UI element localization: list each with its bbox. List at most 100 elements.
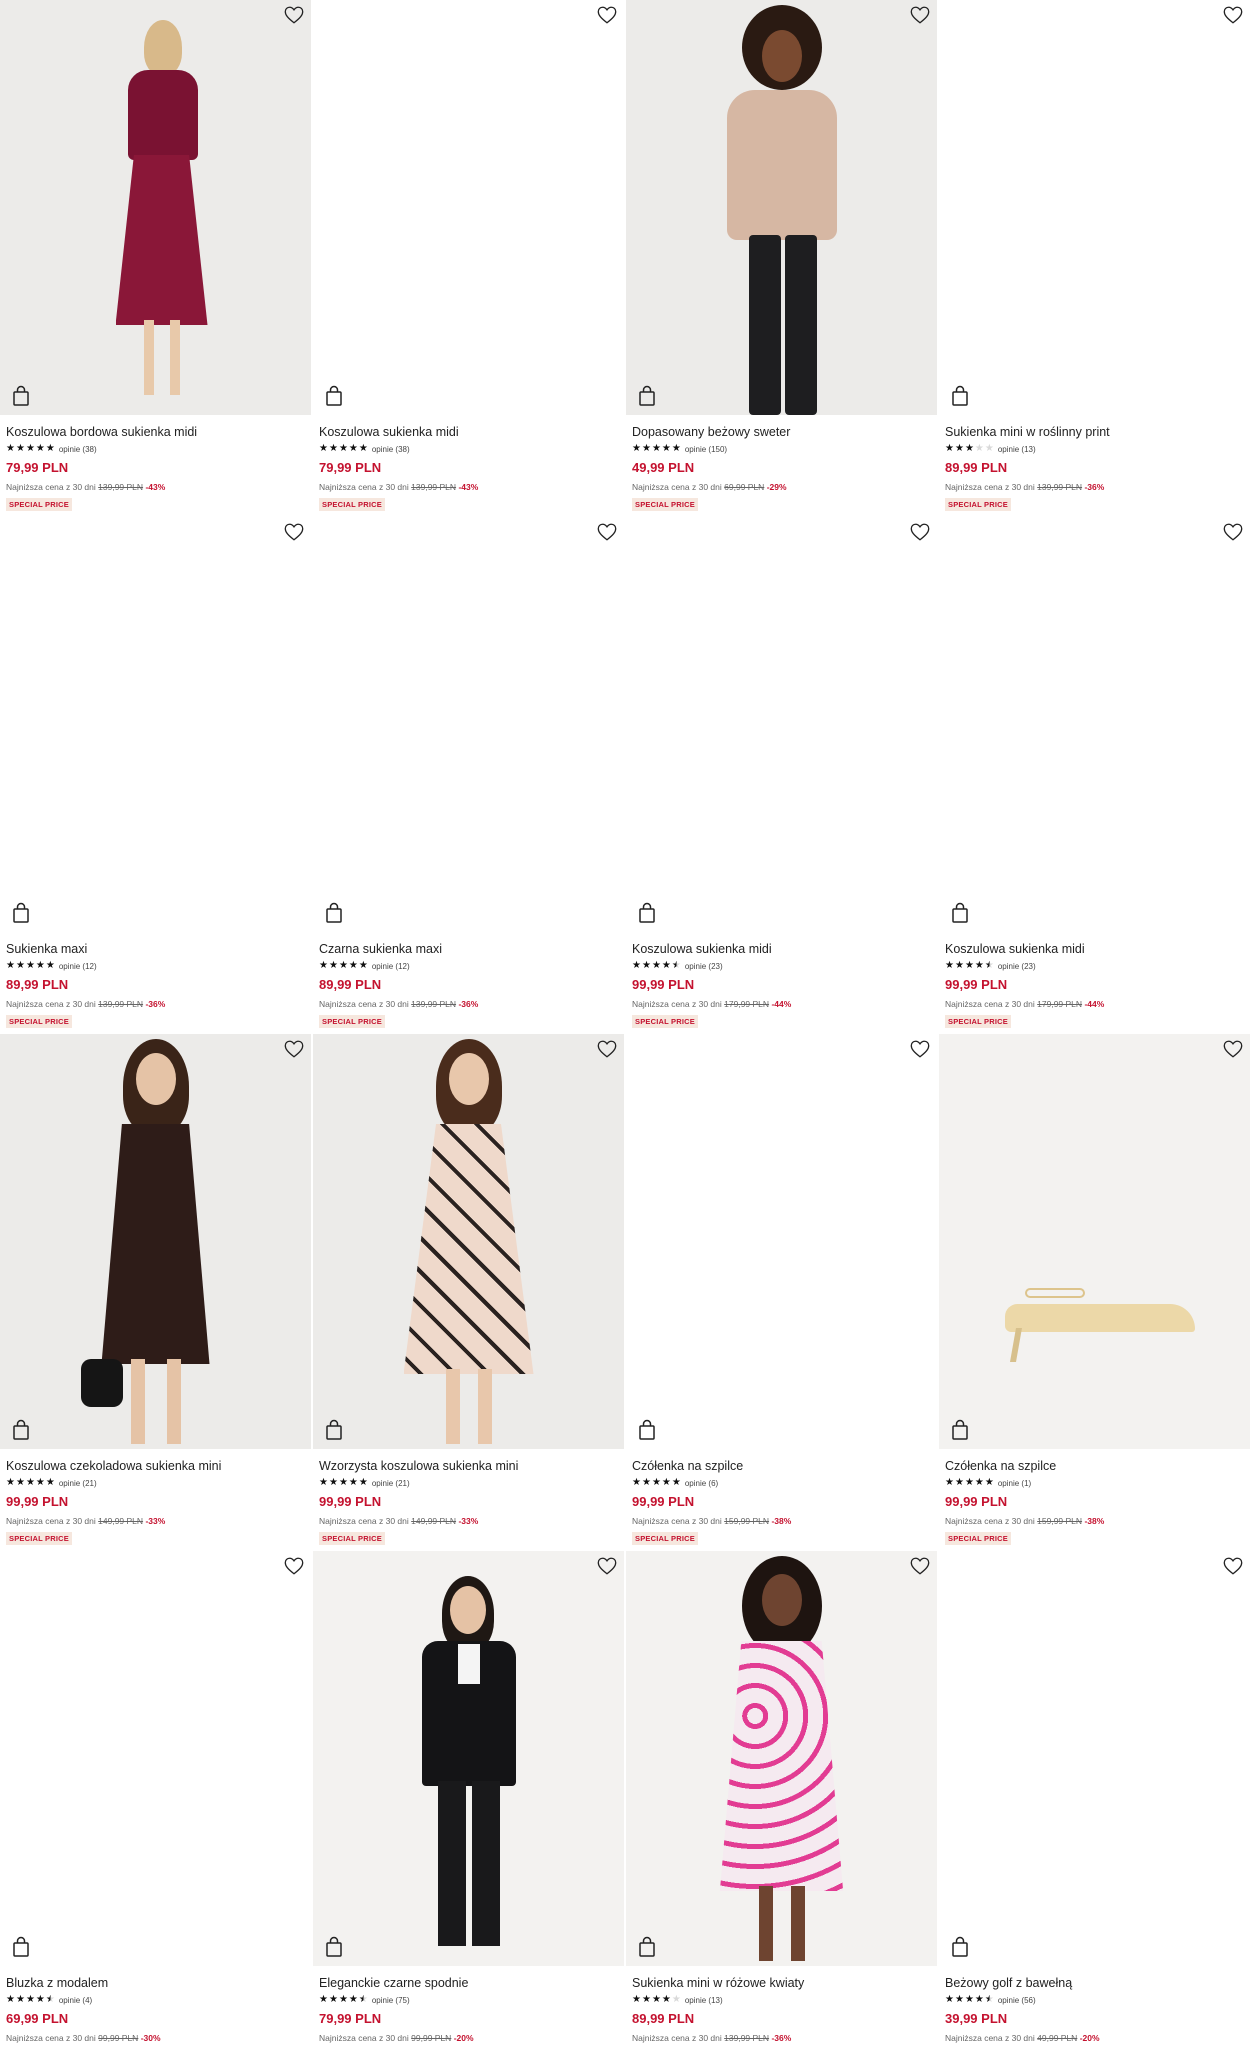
review-count[interactable]: opinie (12) xyxy=(372,962,410,971)
product-image[interactable] xyxy=(939,0,1250,415)
heart-outline-icon[interactable] xyxy=(596,1038,618,1060)
product-name[interactable]: Sukienka mini w roślinny print xyxy=(945,425,1244,440)
review-count[interactable]: opinie (13) xyxy=(685,1996,723,2005)
rating-stars: ★ ★ ★ ★ ★ xyxy=(632,1478,681,1488)
product-name[interactable]: Czółenka na szpilce xyxy=(945,1459,1244,1474)
product-name[interactable]: Dopasowany beżowy sweter xyxy=(632,425,931,440)
review-count[interactable]: opinie (56) xyxy=(998,1996,1036,2005)
product-image[interactable] xyxy=(0,517,311,932)
shopping-bag-icon[interactable] xyxy=(950,902,970,924)
review-count[interactable]: opinie (23) xyxy=(998,962,1036,971)
product-name[interactable]: Koszulowa sukienka midi xyxy=(319,425,618,440)
product-card[interactable]: Koszulowa bordowa sukienka midi ★ ★ ★ ★ ★ op… xyxy=(0,0,313,517)
product-card[interactable]: Koszulowa sukienka midi ★ ★ ★ ★ ★ opinie (38… xyxy=(313,0,626,517)
product-image[interactable] xyxy=(939,1034,1250,1449)
heart-outline-icon[interactable] xyxy=(283,1038,305,1060)
heart-outline-icon[interactable] xyxy=(283,521,305,543)
product-image[interactable] xyxy=(626,1034,937,1449)
heart-outline-icon[interactable] xyxy=(596,4,618,26)
product-card[interactable]: Sukienka maxi ★ ★ ★ ★ ★ opinie (12) 89,99 PL… xyxy=(0,517,313,1034)
shopping-bag-icon[interactable] xyxy=(324,385,344,407)
heart-outline-icon[interactable] xyxy=(283,1555,305,1577)
heart-outline-icon[interactable] xyxy=(909,4,931,26)
product-name[interactable]: Wzorzysta koszulowa sukienka mini xyxy=(319,1459,618,1474)
review-count[interactable]: opinie (6) xyxy=(685,1479,718,1488)
heart-outline-icon[interactable] xyxy=(909,1038,931,1060)
product-name[interactable]: Beżowy golf z bawełną xyxy=(945,1976,1244,1991)
product-card[interactable]: Czarna sukienka maxi ★ ★ ★ ★ ★ opinie (12) 8… xyxy=(313,517,626,1034)
heart-outline-icon[interactable] xyxy=(283,4,305,26)
heart-outline-icon[interactable] xyxy=(1222,4,1244,26)
product-card[interactable]: Koszulowa sukienka midi ★ ★ ★ ★ ★ opinie (23… xyxy=(939,517,1250,1034)
product-card[interactable]: Sukienka mini w różowe kwiaty ★ ★ ★ ★ ★ opin… xyxy=(626,1551,939,2068)
review-count[interactable]: opinie (23) xyxy=(685,962,723,971)
product-image[interactable] xyxy=(313,0,624,415)
review-count[interactable]: opinie (4) xyxy=(59,1996,92,2005)
review-count[interactable]: opinie (1) xyxy=(998,1479,1031,1488)
review-count[interactable]: opinie (38) xyxy=(372,445,410,454)
shopping-bag-icon[interactable] xyxy=(950,1936,970,1958)
product-name[interactable]: Koszulowa sukienka midi xyxy=(945,942,1244,957)
product-card[interactable]: Sukienka mini w roślinny print ★ ★ ★ ★ ★ opi… xyxy=(939,0,1250,517)
shopping-bag-icon[interactable] xyxy=(324,1419,344,1441)
heart-outline-icon[interactable] xyxy=(596,1555,618,1577)
product-price: 99,99 PLN xyxy=(632,977,695,992)
product-image[interactable] xyxy=(626,1551,937,1966)
shopping-bag-icon[interactable] xyxy=(637,1419,657,1441)
product-name[interactable]: Koszulowa czekoladowa sukienka mini xyxy=(6,1459,305,1474)
shopping-bag-icon[interactable] xyxy=(11,1419,31,1441)
product-name[interactable]: Sukienka maxi xyxy=(6,942,305,957)
shopping-bag-icon[interactable] xyxy=(11,1936,31,1958)
product-card[interactable]: Dopasowany beżowy sweter ★ ★ ★ ★ ★ opinie (1… xyxy=(626,0,939,517)
shopping-bag-icon[interactable] xyxy=(637,902,657,924)
product-name[interactable]: Bluzka z modalem xyxy=(6,1976,305,1991)
product-card[interactable]: Koszulowa czekoladowa sukienka mini ★ ★ ★ ★… xyxy=(0,1034,313,1551)
review-count[interactable]: opinie (13) xyxy=(998,445,1036,454)
lowest-price-label: Najniższa cena z 30 dni xyxy=(319,2033,409,2043)
product-image[interactable] xyxy=(0,1551,311,1966)
discount-percent: -33% xyxy=(145,1516,166,1526)
shopping-bag-icon[interactable] xyxy=(950,385,970,407)
product-card[interactable]: Bluzka z modalem ★ ★ ★ ★ ★ opinie (4) 69,99 … xyxy=(0,1551,313,2068)
shopping-bag-icon[interactable] xyxy=(324,1936,344,1958)
review-count[interactable]: opinie (12) xyxy=(59,962,97,971)
heart-outline-icon[interactable] xyxy=(596,521,618,543)
product-image[interactable] xyxy=(313,1034,624,1449)
product-image[interactable] xyxy=(939,517,1250,932)
heart-outline-icon[interactable] xyxy=(1222,1555,1244,1577)
shopping-bag-icon[interactable] xyxy=(637,385,657,407)
shopping-bag-icon[interactable] xyxy=(324,902,344,924)
product-name[interactable]: Koszulowa bordowa sukienka midi xyxy=(6,425,305,440)
shopping-bag-icon[interactable] xyxy=(11,902,31,924)
product-image[interactable] xyxy=(626,0,937,415)
product-image[interactable] xyxy=(0,0,311,415)
review-count[interactable]: opinie (38) xyxy=(59,445,97,454)
review-count[interactable]: opinie (21) xyxy=(372,1479,410,1488)
product-name[interactable]: Eleganckie czarne spodnie xyxy=(319,1976,618,1991)
product-image[interactable] xyxy=(939,1551,1250,1966)
review-count[interactable]: opinie (21) xyxy=(59,1479,97,1488)
product-name[interactable]: Sukienka mini w różowe kwiaty xyxy=(632,1976,931,1991)
product-card[interactable]: Czółenka na szpilce ★ ★ ★ ★ ★ opinie (1) 99,… xyxy=(939,1034,1250,1551)
product-name[interactable]: Czarna sukienka maxi xyxy=(319,942,618,957)
product-image[interactable] xyxy=(313,1551,624,1966)
product-image[interactable] xyxy=(313,517,624,932)
product-card[interactable]: Wzorzysta koszulowa sukienka mini ★ ★ ★ ★ ★ … xyxy=(313,1034,626,1551)
review-count[interactable]: opinie (75) xyxy=(372,1996,410,2005)
shopping-bag-icon[interactable] xyxy=(950,1419,970,1441)
product-name[interactable]: Koszulowa sukienka midi xyxy=(632,942,931,957)
shopping-bag-icon[interactable] xyxy=(637,1936,657,1958)
product-card[interactable]: Koszulowa sukienka midi ★ ★ ★ ★ ★ opinie (23… xyxy=(626,517,939,1034)
heart-outline-icon[interactable] xyxy=(909,521,931,543)
product-image[interactable] xyxy=(626,517,937,932)
heart-outline-icon[interactable] xyxy=(909,1555,931,1577)
product-card[interactable]: Beżowy golf z bawełną ★ ★ ★ ★ ★ opinie (56) … xyxy=(939,1551,1250,2068)
product-card[interactable]: Eleganckie czarne spodnie ★ ★ ★ ★ ★ opinie (… xyxy=(313,1551,626,2068)
review-count[interactable]: opinie (150) xyxy=(685,445,727,454)
shopping-bag-icon[interactable] xyxy=(11,385,31,407)
product-name[interactable]: Czółenka na szpilce xyxy=(632,1459,931,1474)
product-card[interactable]: Czółenka na szpilce ★ ★ ★ ★ ★ opinie (6) 99,… xyxy=(626,1034,939,1551)
heart-outline-icon[interactable] xyxy=(1222,521,1244,543)
heart-outline-icon[interactable] xyxy=(1222,1038,1244,1060)
product-image[interactable] xyxy=(0,1034,311,1449)
